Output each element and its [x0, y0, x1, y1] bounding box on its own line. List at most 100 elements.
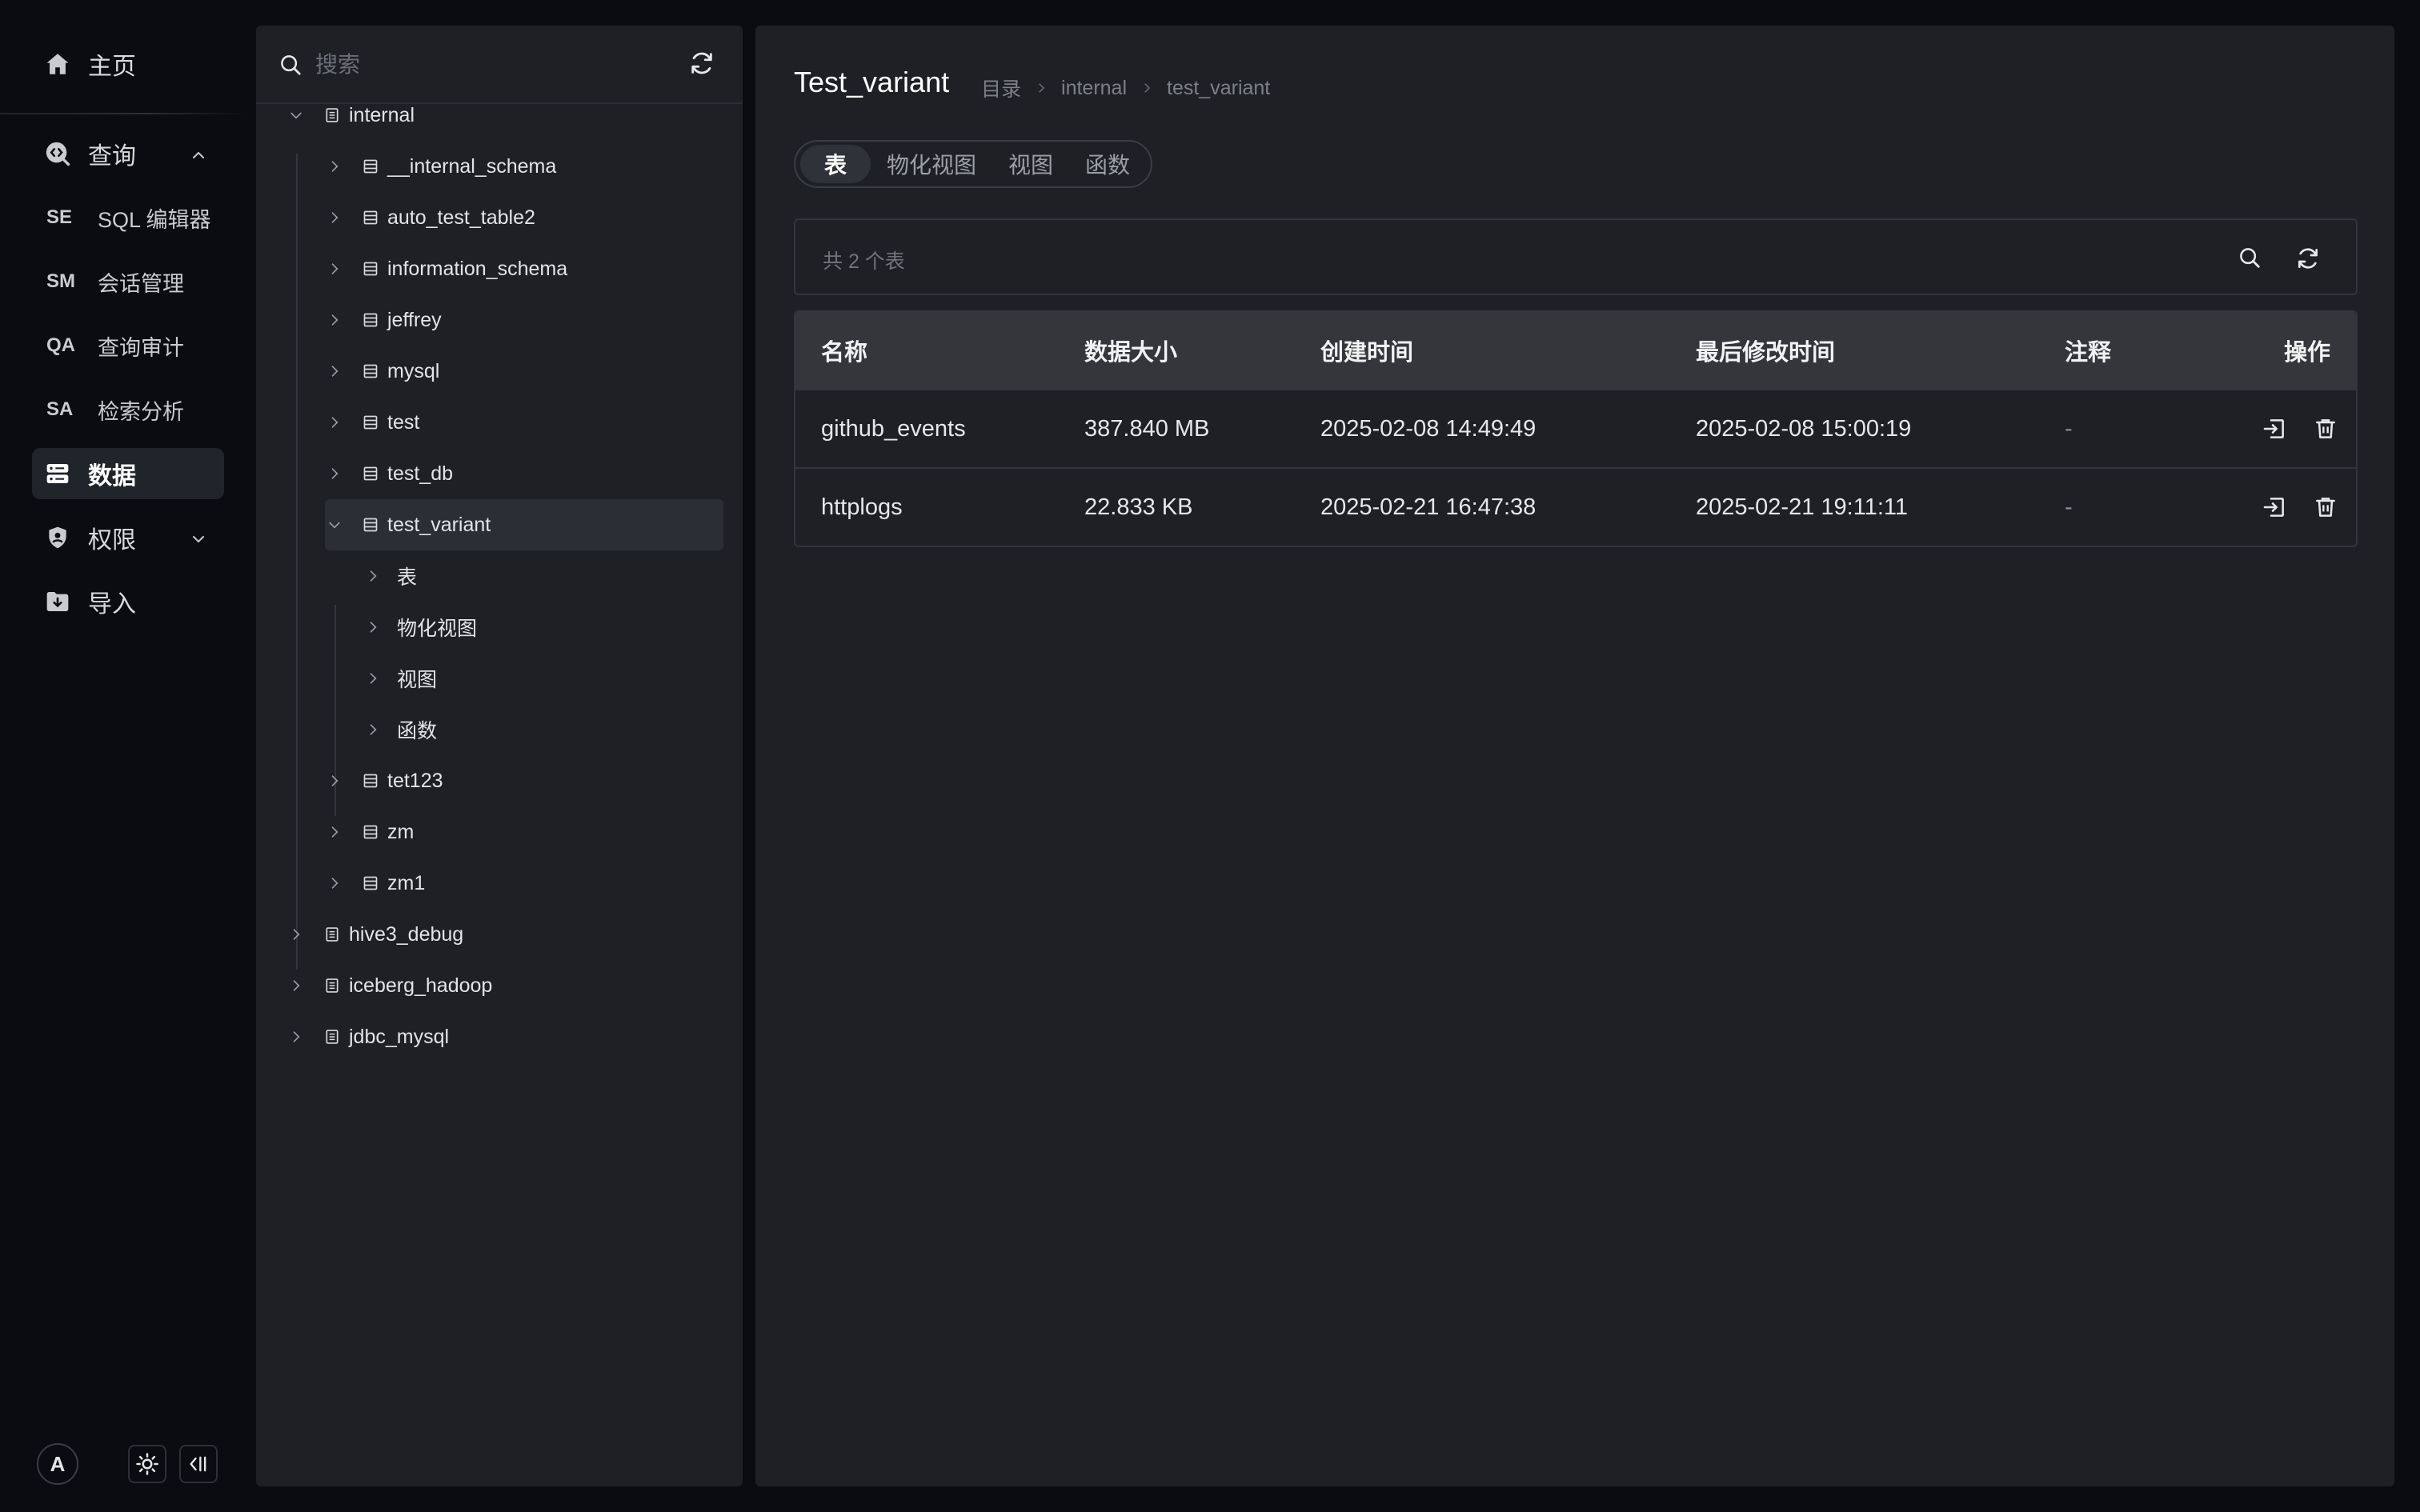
page-title: Test_variant: [794, 66, 950, 98]
home-icon: [43, 50, 72, 78]
chevron-right-icon[interactable]: [363, 566, 383, 586]
tree-catalog-item[interactable]: jdbc_mysql: [286, 1011, 723, 1062]
chevron-right-icon[interactable]: [325, 413, 344, 432]
breadcrumb-item-internal[interactable]: internal: [1061, 77, 1127, 100]
cell-size: 387.840 MB: [1084, 415, 1210, 442]
tree-database-item[interactable]: test: [325, 397, 723, 448]
chevron-right-icon[interactable]: [363, 618, 383, 637]
nav-import[interactable]: 导入: [32, 576, 224, 627]
chevron-right-icon[interactable]: [325, 464, 344, 483]
nav-query[interactable]: 查询: [32, 128, 224, 179]
tree-item-label: 表: [397, 566, 418, 589]
tree-item-label: jeffrey: [387, 308, 442, 331]
tree-item-label: information_schema: [387, 257, 568, 280]
chevron-right-icon[interactable]: [363, 669, 383, 688]
tree-database-item[interactable]: auto_test_table2: [325, 192, 723, 243]
tree-category-item[interactable]: 函数: [363, 704, 723, 755]
chevron-right-icon[interactable]: [286, 1027, 306, 1046]
tree-database-item[interactable]: jeffrey: [325, 294, 723, 346]
delete-icon[interactable]: [2311, 493, 2340, 522]
tab-materialized-views[interactable]: 物化视图: [871, 145, 992, 183]
column-header-name: 名称: [821, 340, 868, 366]
chevron-right-icon[interactable]: [286, 925, 306, 944]
tree-catalog-item[interactable]: internal: [286, 90, 723, 141]
collapse-sidebar-button[interactable]: [179, 1445, 218, 1483]
chevron-right-icon[interactable]: [325, 822, 344, 842]
tree-category-item[interactable]: 视图: [363, 653, 723, 704]
chevron-right-icon[interactable]: [325, 310, 344, 330]
tree-item-label: test_variant: [387, 513, 491, 536]
tree-database-item[interactable]: zm: [325, 806, 723, 858]
cell-size: 22.833 KB: [1084, 494, 1193, 520]
search-icon: [278, 53, 302, 77]
column-header-comment: 注释: [2065, 340, 2112, 366]
tree-database-item[interactable]: tet123: [325, 755, 723, 806]
nav-import-label: 导入: [88, 591, 136, 618]
tree-item-label: hive3_debug: [349, 922, 464, 946]
tab-tables[interactable]: 表: [800, 145, 871, 183]
import-data-icon[interactable]: [2260, 493, 2289, 522]
chevron-right-icon[interactable]: [325, 874, 344, 893]
nav-search-analysis[interactable]: SA 检索分析: [32, 386, 224, 434]
database-icon: [362, 209, 379, 226]
table-row[interactable]: github_events 387.840 MB 2025-02-08 14:49:…: [795, 389, 2356, 467]
sidebar-nav: 主页 查询 SE SQL 编辑器 SM 会话管理 QA 查询审计 SA 检索分析…: [0, 0, 256, 1512]
chevron-right-icon[interactable]: [363, 720, 383, 739]
nav-query-audit[interactable]: QA 查询审计: [32, 322, 224, 370]
avatar[interactable]: A: [37, 1443, 78, 1485]
tables-table: 名称 数据大小 创建时间 最后修改时间 注释 操作 github_events 3…: [794, 310, 2358, 547]
chevron-down-icon[interactable]: [325, 515, 344, 534]
import-data-icon[interactable]: [2260, 414, 2289, 443]
tree-item-label: auto_test_table2: [387, 206, 535, 229]
tree-catalog-item[interactable]: hive3_debug: [286, 909, 723, 960]
nav-data-label: 数据: [88, 463, 136, 490]
tree-item-label: zm1: [387, 871, 426, 894]
chevron-right-icon[interactable]: [325, 362, 344, 381]
tree-database-item[interactable]: zm1: [325, 858, 723, 909]
chevron-right-icon[interactable]: [325, 259, 344, 278]
nav-permissions[interactable]: 权限: [32, 512, 224, 563]
cell-name[interactable]: github_events: [821, 390, 966, 467]
breadcrumb-item-catalog[interactable]: 目录: [981, 74, 1021, 102]
query-code-icon: [43, 139, 72, 168]
tree-database-item[interactable]: test_variant: [325, 499, 723, 550]
catalog-icon: [323, 1028, 341, 1046]
nav-home[interactable]: 主页: [32, 38, 224, 90]
search-icon[interactable]: [2238, 246, 2262, 270]
tab-views[interactable]: 视图: [992, 145, 1069, 183]
delete-icon[interactable]: [2311, 414, 2340, 443]
nav-sub-label: 查询审计: [98, 335, 184, 360]
tree-search-input[interactable]: [314, 46, 653, 83]
nav-sql-editor[interactable]: SE SQL 编辑器: [32, 194, 224, 242]
nav-session-management[interactable]: SM 会话管理: [32, 258, 224, 306]
cell-name[interactable]: httplogs: [821, 469, 903, 546]
database-icon: [362, 823, 379, 841]
chevron-right-icon[interactable]: [325, 208, 344, 227]
tree-database-item[interactable]: test_db: [325, 448, 723, 499]
refresh-icon[interactable]: [688, 50, 715, 77]
chevron-right-icon[interactable]: [325, 771, 344, 790]
cell-comment: -: [2065, 494, 2073, 520]
tree-catalog-item[interactable]: iceberg_hadoop: [286, 960, 723, 1011]
nav-data[interactable]: 数据: [32, 448, 224, 499]
chevron-down-icon[interactable]: [286, 106, 306, 125]
collapse-left-icon: [187, 1453, 210, 1475]
nav-sub-label: 检索分析: [98, 399, 184, 424]
table-row[interactable]: httplogs 22.833 KB 2025-02-21 16:47:38 2025…: [795, 467, 2356, 546]
tab-functions[interactable]: 函数: [1069, 145, 1146, 183]
nav-sub-label: 会话管理: [98, 271, 184, 296]
tree-item-label: __internal_schema: [387, 154, 557, 178]
theme-toggle-button[interactable]: [128, 1445, 166, 1483]
chevron-up-icon: [189, 146, 208, 165]
tree-database-item[interactable]: information_schema: [325, 243, 723, 294]
tree-item-label: zm: [387, 820, 415, 843]
tree-database-item[interactable]: __internal_schema: [325, 141, 723, 192]
tree-database-item[interactable]: mysql: [325, 346, 723, 397]
chevron-right-icon[interactable]: [325, 157, 344, 176]
tree-category-item[interactable]: 物化视图: [363, 602, 723, 653]
tree-category-item[interactable]: 表: [363, 550, 723, 602]
chevron-down-icon: [189, 530, 208, 549]
chevron-right-icon[interactable]: [286, 976, 306, 995]
refresh-icon[interactable]: [2295, 246, 2321, 271]
database-icon: [362, 158, 379, 175]
